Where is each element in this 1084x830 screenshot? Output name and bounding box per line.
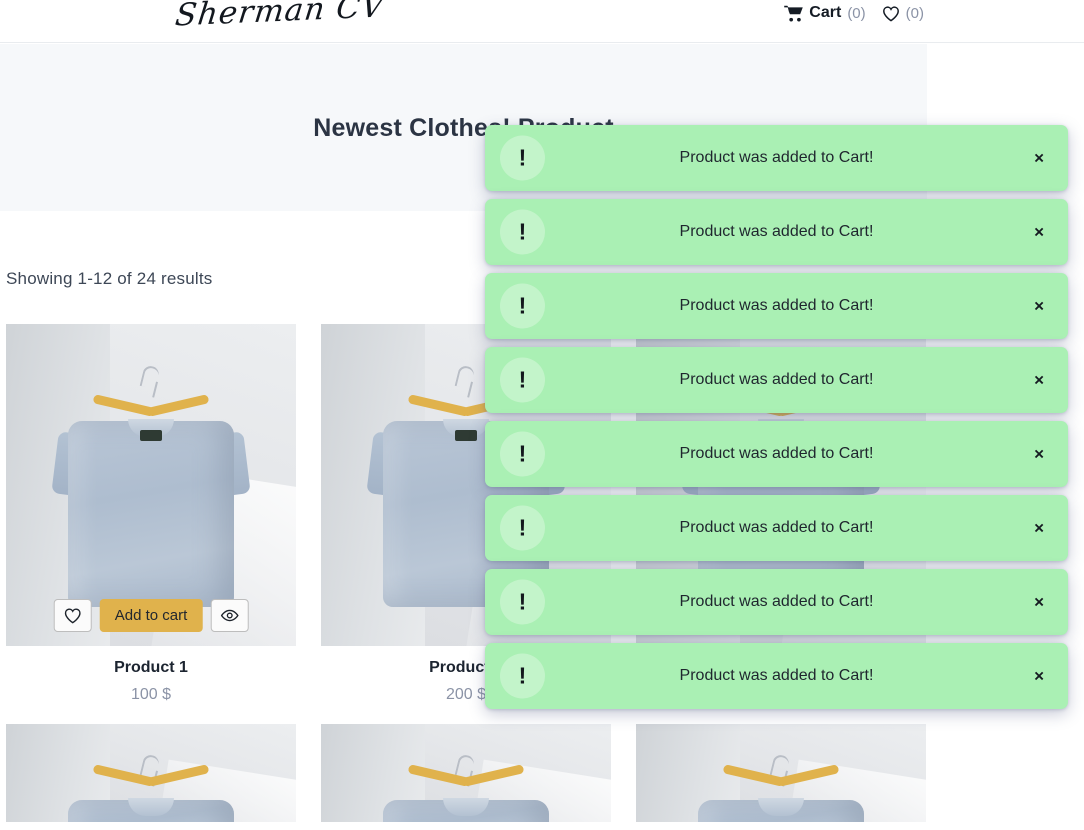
add-to-cart-button[interactable]: Add to cart bbox=[99, 599, 203, 632]
toast-message: Product was added to Cart! bbox=[679, 519, 874, 536]
close-icon[interactable]: × bbox=[1034, 446, 1044, 463]
close-icon[interactable]: × bbox=[1034, 668, 1044, 685]
product-actions: Add to cart bbox=[53, 599, 249, 632]
product-title: Product 1 bbox=[114, 659, 188, 676]
close-icon[interactable]: × bbox=[1034, 150, 1044, 167]
toast-notification[interactable]: ! Product was added to Cart! × bbox=[485, 569, 1068, 635]
tshirt-photo bbox=[6, 324, 296, 646]
product-image[interactable]: Add to cart bbox=[6, 324, 296, 646]
close-icon[interactable]: × bbox=[1034, 372, 1044, 389]
close-icon[interactable]: × bbox=[1034, 298, 1044, 315]
exclamation-icon: ! bbox=[500, 653, 545, 699]
close-icon[interactable]: × bbox=[1034, 520, 1044, 537]
heart-icon bbox=[64, 607, 82, 624]
tshirt-photo bbox=[6, 724, 296, 822]
exclamation-icon: ! bbox=[500, 135, 545, 181]
product-image[interactable] bbox=[6, 724, 296, 822]
toast-message: Product was added to Cart! bbox=[679, 445, 874, 462]
cart-button[interactable]: Cart (0) bbox=[784, 4, 866, 22]
results-count: Showing 1-12 of 24 results bbox=[6, 269, 213, 288]
toast-notification[interactable]: ! Product was added to Cart! × bbox=[485, 643, 1068, 709]
cart-count: (0) bbox=[847, 4, 866, 22]
cart-label: Cart bbox=[809, 4, 842, 21]
site-header: Sherman CV Cart (0) (0) bbox=[0, 0, 1084, 43]
toast-message: Product was added to Cart! bbox=[679, 667, 874, 684]
add-to-wishlist-button[interactable] bbox=[53, 599, 92, 632]
toast-stack: ! Product was added to Cart! × ! Product… bbox=[485, 125, 1068, 709]
brand-logo-text: Sherman CV bbox=[173, 0, 387, 34]
product-image[interactable] bbox=[321, 724, 611, 822]
eye-icon bbox=[220, 607, 239, 624]
exclamation-icon: ! bbox=[500, 357, 545, 403]
product-card[interactable] bbox=[636, 724, 926, 822]
exclamation-icon: ! bbox=[500, 579, 545, 625]
wishlist-count: (0) bbox=[905, 4, 924, 22]
toast-message: Product was added to Cart! bbox=[679, 371, 874, 388]
exclamation-icon: ! bbox=[500, 505, 545, 551]
exclamation-icon: ! bbox=[500, 431, 545, 477]
brand-logo[interactable]: Sherman CV bbox=[173, 0, 387, 34]
tshirt-photo bbox=[636, 724, 926, 822]
close-icon[interactable]: × bbox=[1034, 224, 1044, 241]
wishlist-button[interactable]: (0) bbox=[882, 5, 924, 22]
toast-message: Product was added to Cart! bbox=[679, 593, 874, 610]
product-image[interactable] bbox=[636, 724, 926, 822]
close-icon[interactable]: × bbox=[1034, 594, 1044, 611]
toast-message: Product was added to Cart! bbox=[679, 223, 874, 240]
exclamation-icon: ! bbox=[500, 283, 545, 329]
toast-message: Product was added to Cart! bbox=[679, 149, 874, 166]
product-price: 100 $ bbox=[130, 686, 172, 703]
shopping-cart-icon bbox=[784, 5, 804, 22]
tshirt-photo bbox=[321, 724, 611, 822]
toast-notification[interactable]: ! Product was added to Cart! × bbox=[485, 273, 1068, 339]
toast-notification[interactable]: ! Product was added to Cart! × bbox=[485, 199, 1068, 265]
product-card[interactable] bbox=[6, 724, 296, 822]
quick-view-button[interactable] bbox=[210, 599, 249, 632]
product-card[interactable] bbox=[321, 724, 611, 822]
exclamation-icon: ! bbox=[500, 209, 545, 255]
toast-notification[interactable]: ! Product was added to Cart! × bbox=[485, 495, 1068, 561]
toast-notification[interactable]: ! Product was added to Cart! × bbox=[485, 421, 1068, 487]
product-card[interactable]: Add to cart Product 1 100 $ bbox=[6, 324, 296, 704]
toast-notification[interactable]: ! Product was added to Cart! × bbox=[485, 125, 1068, 191]
toast-notification[interactable]: ! Product was added to Cart! × bbox=[485, 347, 1068, 413]
page-root: Sherman CV Cart (0) (0) Newest Clothes! … bbox=[0, 0, 1084, 830]
heart-icon bbox=[882, 5, 900, 22]
toast-message: Product was added to Cart! bbox=[679, 297, 874, 314]
header-actions: Cart (0) (0) bbox=[784, 4, 924, 22]
